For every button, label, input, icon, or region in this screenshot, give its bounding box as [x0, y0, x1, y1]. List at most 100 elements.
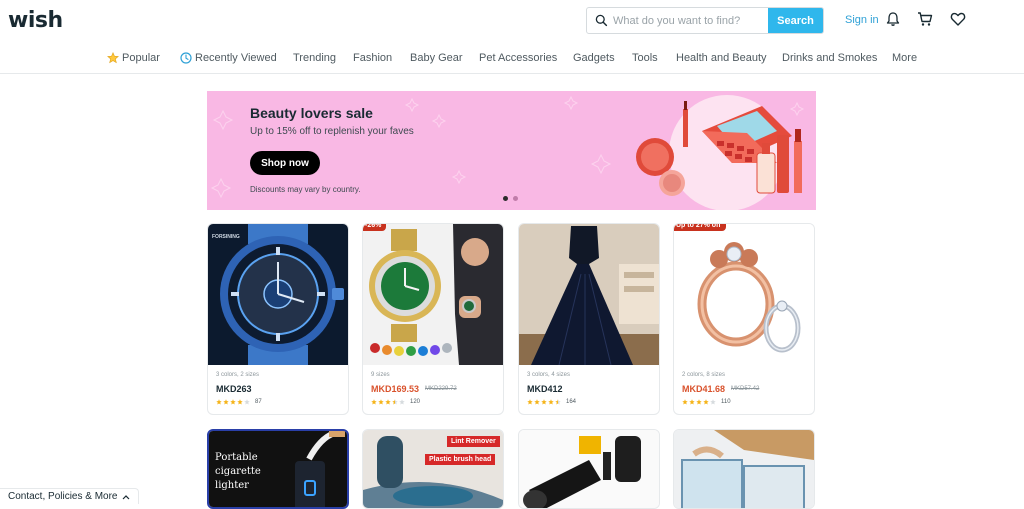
category-nav: Popular Recently Viewed Trending Fashion… — [0, 48, 1024, 74]
nav-item-tools[interactable]: Tools — [632, 52, 658, 64]
nav-item-more[interactable]: More — [892, 52, 917, 64]
product-image[interactable]: Lint Remover Plastic brush head — [363, 430, 503, 508]
rating-star-icon — [371, 399, 377, 405]
nav-item-drinks-and-smokes[interactable]: Drinks and Smokes — [782, 52, 877, 64]
rating-count: 87 — [255, 399, 262, 405]
rating-star-icon — [399, 399, 405, 405]
original-price: MKD229.72 — [425, 386, 457, 392]
rating-star-icon — [230, 399, 236, 405]
search-input[interactable] — [613, 8, 769, 33]
product-price: MKD169.53 — [371, 384, 420, 394]
cosmetics-illustration — [636, 95, 802, 210]
search-icon — [595, 14, 608, 27]
rating-count: 110 — [721, 399, 731, 405]
rating-star-icon — [710, 399, 716, 405]
rating-star-icon — [703, 399, 709, 405]
nav-item-popular[interactable]: Popular — [107, 52, 160, 64]
contact-policies-link[interactable]: Contact, Policies & More — [0, 488, 139, 504]
food-container-image — [674, 430, 814, 508]
product-variants: 3 colors, 4 sizes — [527, 372, 571, 378]
original-price: MKD57.42 — [731, 386, 760, 392]
footer-link-label: Contact, Policies & More — [8, 491, 118, 502]
rating-star-icon — [244, 399, 250, 405]
product-image[interactable] — [519, 224, 659, 365]
product-card[interactable]: Lint Remover Plastic brush head — [362, 429, 504, 509]
brand-label: FORSINING — [212, 234, 240, 240]
product-variants: 9 sizes — [371, 372, 390, 378]
product-image[interactable] — [519, 430, 659, 508]
product-price: MKD263 — [216, 384, 252, 394]
discount-badge: Up to 27% off — [674, 224, 726, 231]
watch-image — [208, 224, 348, 365]
flashlight-image — [519, 430, 659, 508]
sign-in-link[interactable]: Sign in — [845, 14, 879, 26]
nav-item-gadgets[interactable]: Gadgets — [573, 52, 615, 64]
image-caption: Portable cigarette lighter — [215, 452, 261, 491]
product-card[interactable] — [518, 429, 660, 509]
shop-now-button[interactable]: Shop now — [250, 151, 320, 175]
rating-star-icon — [555, 399, 561, 405]
nav-item-label: Popular — [122, 52, 160, 64]
product-card[interactable]: Portable cigarette lighter — [207, 429, 349, 509]
rating-star-icon — [682, 399, 688, 405]
banner-title: Beauty lovers sale — [250, 105, 373, 121]
heart-icon[interactable] — [950, 11, 966, 27]
product-image[interactable] — [674, 430, 814, 508]
product-card[interactable]: -26% 9 sizes MKD169.53 MKD229.72 120 — [362, 223, 504, 415]
rating-star-icon — [237, 399, 243, 405]
cart-icon[interactable] — [917, 11, 933, 27]
dress-image — [519, 224, 659, 365]
product-card[interactable]: 3 colors, 4 sizes MKD412 164 — [518, 223, 660, 415]
star-icon — [107, 52, 119, 64]
nav-item-baby-gear[interactable]: Baby Gear — [410, 52, 463, 64]
rating-star-icon — [534, 399, 540, 405]
clock-icon — [180, 52, 192, 64]
chevron-up-icon — [122, 494, 129, 499]
discount-badge: -26% — [363, 224, 387, 231]
nav-item-label: Recently Viewed — [195, 52, 277, 64]
product-card[interactable]: FORSINING 3 colors, 2 sizes MKD263 87 — [207, 223, 349, 415]
rating-count: 120 — [410, 399, 421, 405]
rating-star-icon — [223, 399, 229, 405]
top-bar: wish Search Sign in — [0, 0, 1024, 42]
nav-item-pet-accessories[interactable]: Pet Accessories — [479, 52, 557, 64]
rating-star-icon — [385, 399, 391, 405]
banner-subtitle: Up to 15% off to replenish your faves — [250, 126, 414, 137]
product-image[interactable] — [674, 224, 814, 365]
nav-item-trending[interactable]: Trending — [293, 52, 336, 64]
rating-stars: 164 — [527, 399, 576, 405]
product-variants: 3 colors, 2 sizes — [216, 372, 260, 378]
product-card[interactable]: Up to 27% off 2 colors, 8 sizes MKD41.68… — [673, 223, 815, 415]
product-image[interactable]: Portable cigarette lighter — [209, 431, 347, 507]
product-card[interactable] — [673, 429, 815, 509]
image-caption: Lint Remover — [447, 436, 500, 447]
search-button[interactable]: Search — [768, 8, 823, 33]
rating-stars: 120 — [371, 399, 420, 405]
rating-star-icon — [378, 399, 384, 405]
product-price: MKD412 — [527, 384, 563, 394]
rating-star-icon — [392, 399, 398, 405]
carousel-dot[interactable] — [513, 196, 518, 201]
nav-item-fashion[interactable]: Fashion — [353, 52, 392, 64]
carousel-dot[interactable] — [503, 196, 508, 201]
rating-star-icon — [527, 399, 533, 405]
rating-star-icon — [541, 399, 547, 405]
rating-star-icon — [216, 399, 222, 405]
rating-count: 164 — [566, 399, 577, 405]
product-price: MKD41.68 — [682, 384, 726, 394]
search-bar: Search — [586, 7, 824, 34]
rating-star-icon — [696, 399, 702, 405]
product-image[interactable] — [363, 224, 503, 365]
nav-item-recently-viewed[interactable]: Recently Viewed — [180, 52, 277, 64]
bell-icon[interactable] — [885, 11, 901, 27]
banner-note: Discounts may vary by country. — [250, 185, 361, 194]
wish-logo[interactable]: wish — [8, 8, 63, 33]
gold-watch-image — [363, 224, 503, 365]
nav-item-health-and-beauty[interactable]: Health and Beauty — [676, 52, 767, 64]
product-variants: 2 colors, 8 sizes — [682, 372, 726, 378]
product-image[interactable]: FORSINING — [208, 224, 348, 365]
rating-star-icon — [548, 399, 554, 405]
rings-image — [674, 224, 814, 365]
promo-banner[interactable]: Beauty lovers sale Up to 15% off to repl… — [207, 91, 816, 210]
image-caption: Plastic brush head — [425, 454, 496, 465]
